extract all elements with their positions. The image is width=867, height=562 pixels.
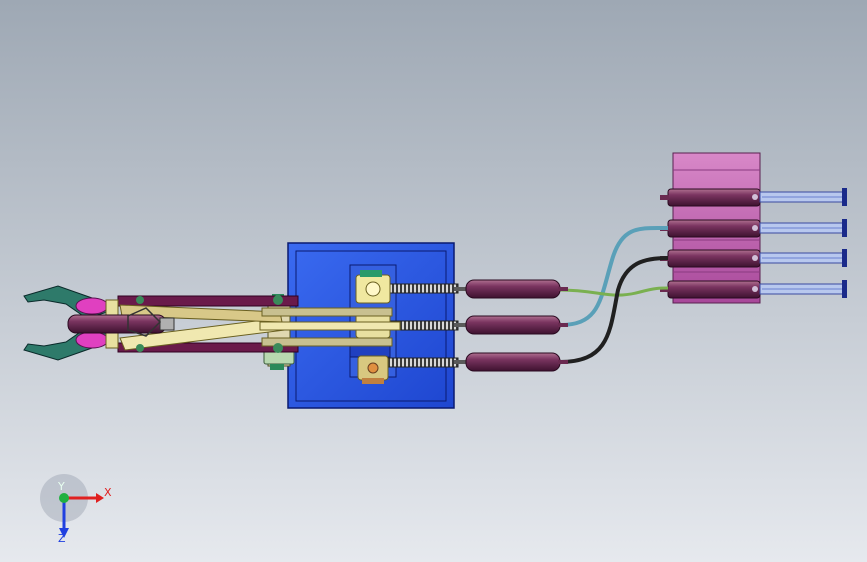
axis-x-label: X xyxy=(104,486,112,499)
cad-viewport[interactable]: X Y Z xyxy=(0,0,867,562)
actuator-cylinder-3[interactable] xyxy=(454,352,568,372)
actuator-cylinder-1[interactable] xyxy=(454,279,568,299)
actuator-cylinders[interactable] xyxy=(454,279,568,372)
axis-z-label: Z xyxy=(58,532,66,545)
gripper-pad-lower xyxy=(75,331,109,349)
gear-rack-top xyxy=(379,283,459,294)
gripper-pad-upper xyxy=(75,297,109,315)
gear-rack-bottom xyxy=(379,357,459,368)
axis-y-label: Y xyxy=(57,480,65,493)
actuator-cylinder-2[interactable] xyxy=(454,315,568,335)
